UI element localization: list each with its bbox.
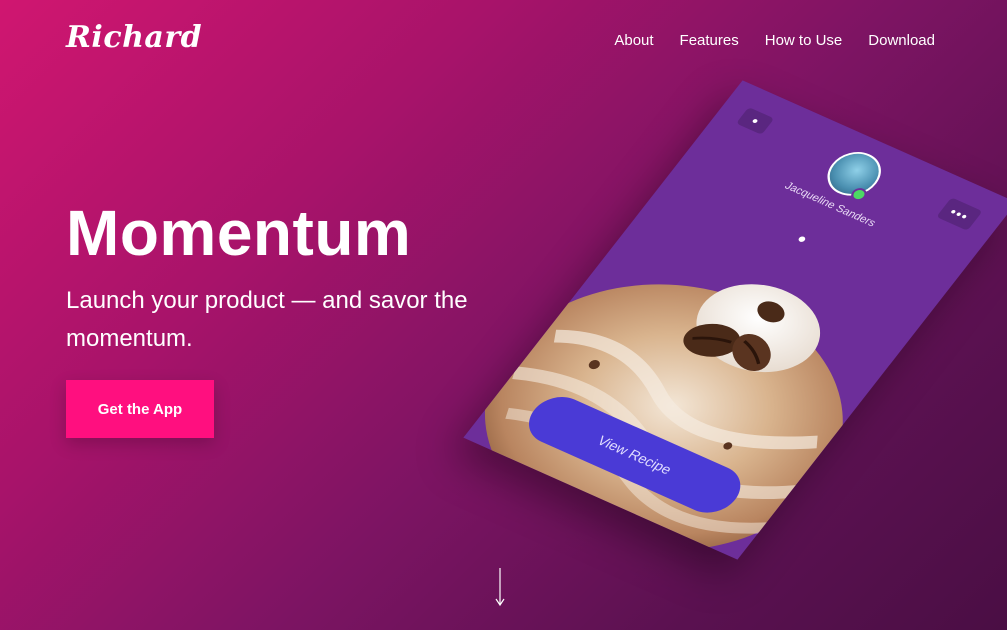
menu-icon[interactable]: ● [736, 107, 775, 135]
brand-logo[interactable]: Richard [66, 20, 202, 55]
hero-subtitle: Launch your product — and savor the mome… [66, 287, 468, 352]
phone-screen: ● ••• Jacqueline Sanders View Recipe [463, 80, 1007, 560]
pagination-dot [797, 235, 807, 243]
phone-mockup: ● ••• Jacqueline Sanders View Recipe [463, 80, 1007, 580]
more-options-icon[interactable]: ••• [936, 197, 983, 231]
nav-how-to-use[interactable]: How to Use [765, 32, 843, 49]
nav-download[interactable]: Download [868, 32, 935, 49]
nav-about[interactable]: About [614, 32, 653, 49]
nav-features[interactable]: Features [680, 32, 739, 49]
main-nav: About Features How to Use Download [614, 32, 935, 49]
scroll-down-icon[interactable] [494, 568, 506, 608]
get-app-button[interactable]: Get the App [66, 380, 214, 438]
hero-title: Momentum [66, 197, 412, 269]
